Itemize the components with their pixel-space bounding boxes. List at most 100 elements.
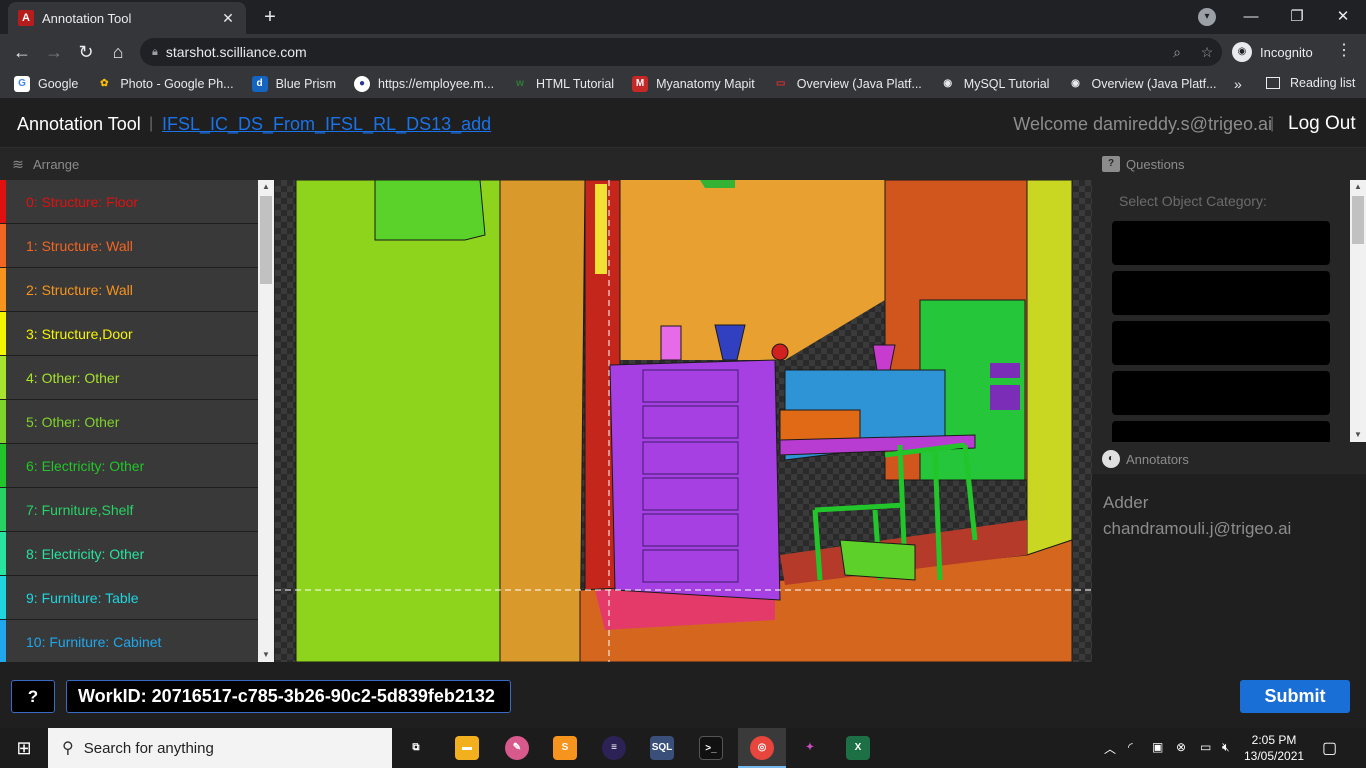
blue-prism-icon: d (251, 76, 268, 92)
battery-icon[interactable]: ▭ (1200, 740, 1211, 754)
clock-time: 2:05 PM (1251, 733, 1297, 747)
layer-color-swatch (0, 224, 6, 267)
questions-scrollbar[interactable]: ▲ ▼ (1350, 180, 1366, 442)
logout-link[interactable]: Log Out (1288, 113, 1356, 135)
eclipse-icon[interactable]: ≡ (602, 736, 626, 760)
forward-icon[interactable]: → (42, 40, 66, 64)
restore-icon[interactable]: ❐ (1274, 4, 1320, 30)
bookmark-java-overview-2[interactable]: ◉ Overview (Java Platf... (1067, 76, 1216, 92)
reading-list-button[interactable]: Reading list (1266, 76, 1355, 90)
project-link[interactable]: IFSL_IC_DS_From_IFSL_RL_DS13_add (162, 114, 491, 135)
back-icon[interactable]: ← (10, 40, 34, 64)
app-favicon-icon: A (18, 10, 34, 26)
category-option[interactable] (1112, 271, 1330, 315)
header-divider: | (149, 115, 154, 132)
layer-item[interactable]: 2: Structure: Wall (0, 268, 258, 312)
taskbar-search[interactable]: ⚲ Search for anything (48, 728, 392, 768)
browser-menu-icon[interactable]: ⋮ (1336, 40, 1352, 60)
tab-search-icon[interactable]: ▾ (1198, 8, 1216, 26)
welcome-text: Welcome damireddy.s@trigeo.ai (1013, 114, 1272, 134)
scroll-down-icon[interactable]: ▼ (258, 648, 274, 662)
sublime-icon[interactable]: S (553, 736, 577, 760)
magic-wand-icon[interactable]: ✦ (798, 736, 822, 760)
clock-date: 13/05/2021 (1244, 749, 1305, 763)
layer-color-swatch (0, 312, 6, 355)
incognito-profile[interactable]: ◉ Incognito (1232, 38, 1313, 66)
segmented-image[interactable] (275, 180, 1092, 662)
bookmark-google-photos[interactable]: ✿ Photo - Google Ph... (96, 76, 233, 92)
layer-list-scrollbar[interactable]: ▲ ▼ (258, 180, 274, 662)
system-clock[interactable]: 2:05 PM 13/05/2021 (1244, 732, 1304, 764)
layer-color-swatch (0, 488, 6, 531)
bookmark-html-tutorial[interactable]: w HTML Tutorial (512, 76, 614, 92)
file-explorer-icon[interactable]: ▬ (455, 736, 479, 760)
volume-muted-icon[interactable]: 🔇︎ (1222, 740, 1230, 755)
notifications-icon[interactable]: ▢ (1322, 738, 1337, 758)
zoom-icon[interactable]: ⌕ (1162, 44, 1192, 61)
layer-label: 5: Other: Other (26, 413, 120, 430)
sql-tool-icon[interactable]: SQL (650, 736, 674, 760)
bookmark-google[interactable]: G Google (14, 76, 78, 92)
category-option[interactable] (1112, 421, 1330, 442)
scroll-up-icon[interactable]: ▲ (258, 180, 274, 194)
excel-icon[interactable]: X (846, 736, 870, 760)
tray-expand-icon[interactable]: ︿ (1104, 740, 1116, 757)
layer-item[interactable]: 5: Other: Other (0, 400, 258, 444)
layer-item[interactable]: 0: Structure: Floor (0, 180, 258, 224)
lock-icon: 🔒︎ (152, 45, 158, 58)
chrome-icon[interactable]: ◎ (750, 736, 774, 760)
reload-icon[interactable]: ↻ (74, 40, 98, 64)
meet-now-icon[interactable]: ▣ (1152, 740, 1163, 754)
paint-icon[interactable]: ✎ (505, 736, 529, 760)
close-tab-icon[interactable]: ✕ (220, 10, 236, 27)
minimize-icon[interactable]: — (1228, 4, 1274, 30)
bookmark-java-overview-1[interactable]: ▭ Overview (Java Platf... (773, 76, 922, 92)
network-error-icon[interactable]: ⊗ (1176, 740, 1186, 754)
bookmark-myanatomy[interactable]: M Myanatomy Mapit (632, 76, 755, 92)
annotator-role: Adder (1103, 493, 1149, 512)
arrange-heading: ≋ Arrange (0, 148, 275, 180)
submit-button[interactable]: Submit (1240, 680, 1350, 713)
globe-icon: ◉ (943, 78, 953, 89)
layer-item[interactable]: 3: Structure,Door (0, 312, 258, 356)
layer-label: 2: Structure: Wall (26, 281, 133, 298)
wifi-icon[interactable]: ◜ (1128, 740, 1133, 754)
task-view-icon[interactable]: ⧉ (404, 736, 428, 760)
bookmark-blue-prism[interactable]: d Blue Prism (251, 76, 336, 92)
layer-item[interactable]: 8: Electricity: Other (0, 532, 258, 576)
windows-start-icon[interactable]: ⊞ (0, 728, 48, 768)
category-option[interactable] (1112, 371, 1330, 415)
category-option[interactable] (1112, 221, 1330, 265)
new-tab-button[interactable]: + (258, 6, 282, 29)
layer-item[interactable]: 7: Furniture,Shelf (0, 488, 258, 532)
layer-item[interactable]: 9: Furniture: Table (0, 576, 258, 620)
close-window-icon[interactable]: ✕ (1320, 4, 1366, 30)
layer-color-swatch (0, 180, 6, 223)
annotators-list: Adder chandramouli.j@trigeo.ai (1092, 474, 1366, 662)
layer-item[interactable]: 6: Electricity: Other (0, 444, 258, 488)
layer-item[interactable]: 1: Structure: Wall (0, 224, 258, 268)
mysql-shell-icon[interactable]: >_ (699, 736, 723, 760)
bookmark-mysql-tutorial[interactable]: ◉ MySQL Tutorial (940, 76, 1049, 92)
scroll-up-icon[interactable]: ▲ (1350, 180, 1366, 194)
bookmarks-overflow-icon[interactable]: » (1234, 76, 1242, 92)
layer-label: 9: Furniture: Table (26, 589, 139, 606)
home-icon[interactable]: ⌂ (106, 40, 130, 64)
google-photos-icon: ✿ (100, 78, 109, 89)
layer-item[interactable]: 4: Other: Other (0, 356, 258, 400)
category-option[interactable] (1112, 321, 1330, 365)
bookmark-employee[interactable]: ● https://employee.m... (354, 76, 494, 92)
layer-item[interactable]: 10: Furniture: Cabinet (0, 620, 258, 662)
address-bar[interactable]: 🔒︎ starshot.scilliance.com ⌕ ☆ (140, 38, 1222, 66)
scrollbar-thumb[interactable] (1352, 196, 1364, 244)
bookmark-star-icon[interactable]: ☆ (1192, 44, 1222, 61)
google-icon: G (14, 76, 30, 92)
tab-title: Annotation Tool (42, 10, 132, 26)
help-button[interactable]: ? (11, 680, 55, 713)
scroll-down-icon[interactable]: ▼ (1350, 428, 1366, 442)
right-panel: ? Questions Select Object Category: ▲ ▼ … (1092, 148, 1366, 662)
scrollbar-thumb[interactable] (260, 196, 272, 284)
layer-label: 8: Electricity: Other (26, 545, 145, 562)
annotation-canvas[interactable] (275, 180, 1092, 662)
browser-tab[interactable]: A Annotation Tool ✕ (8, 2, 246, 34)
